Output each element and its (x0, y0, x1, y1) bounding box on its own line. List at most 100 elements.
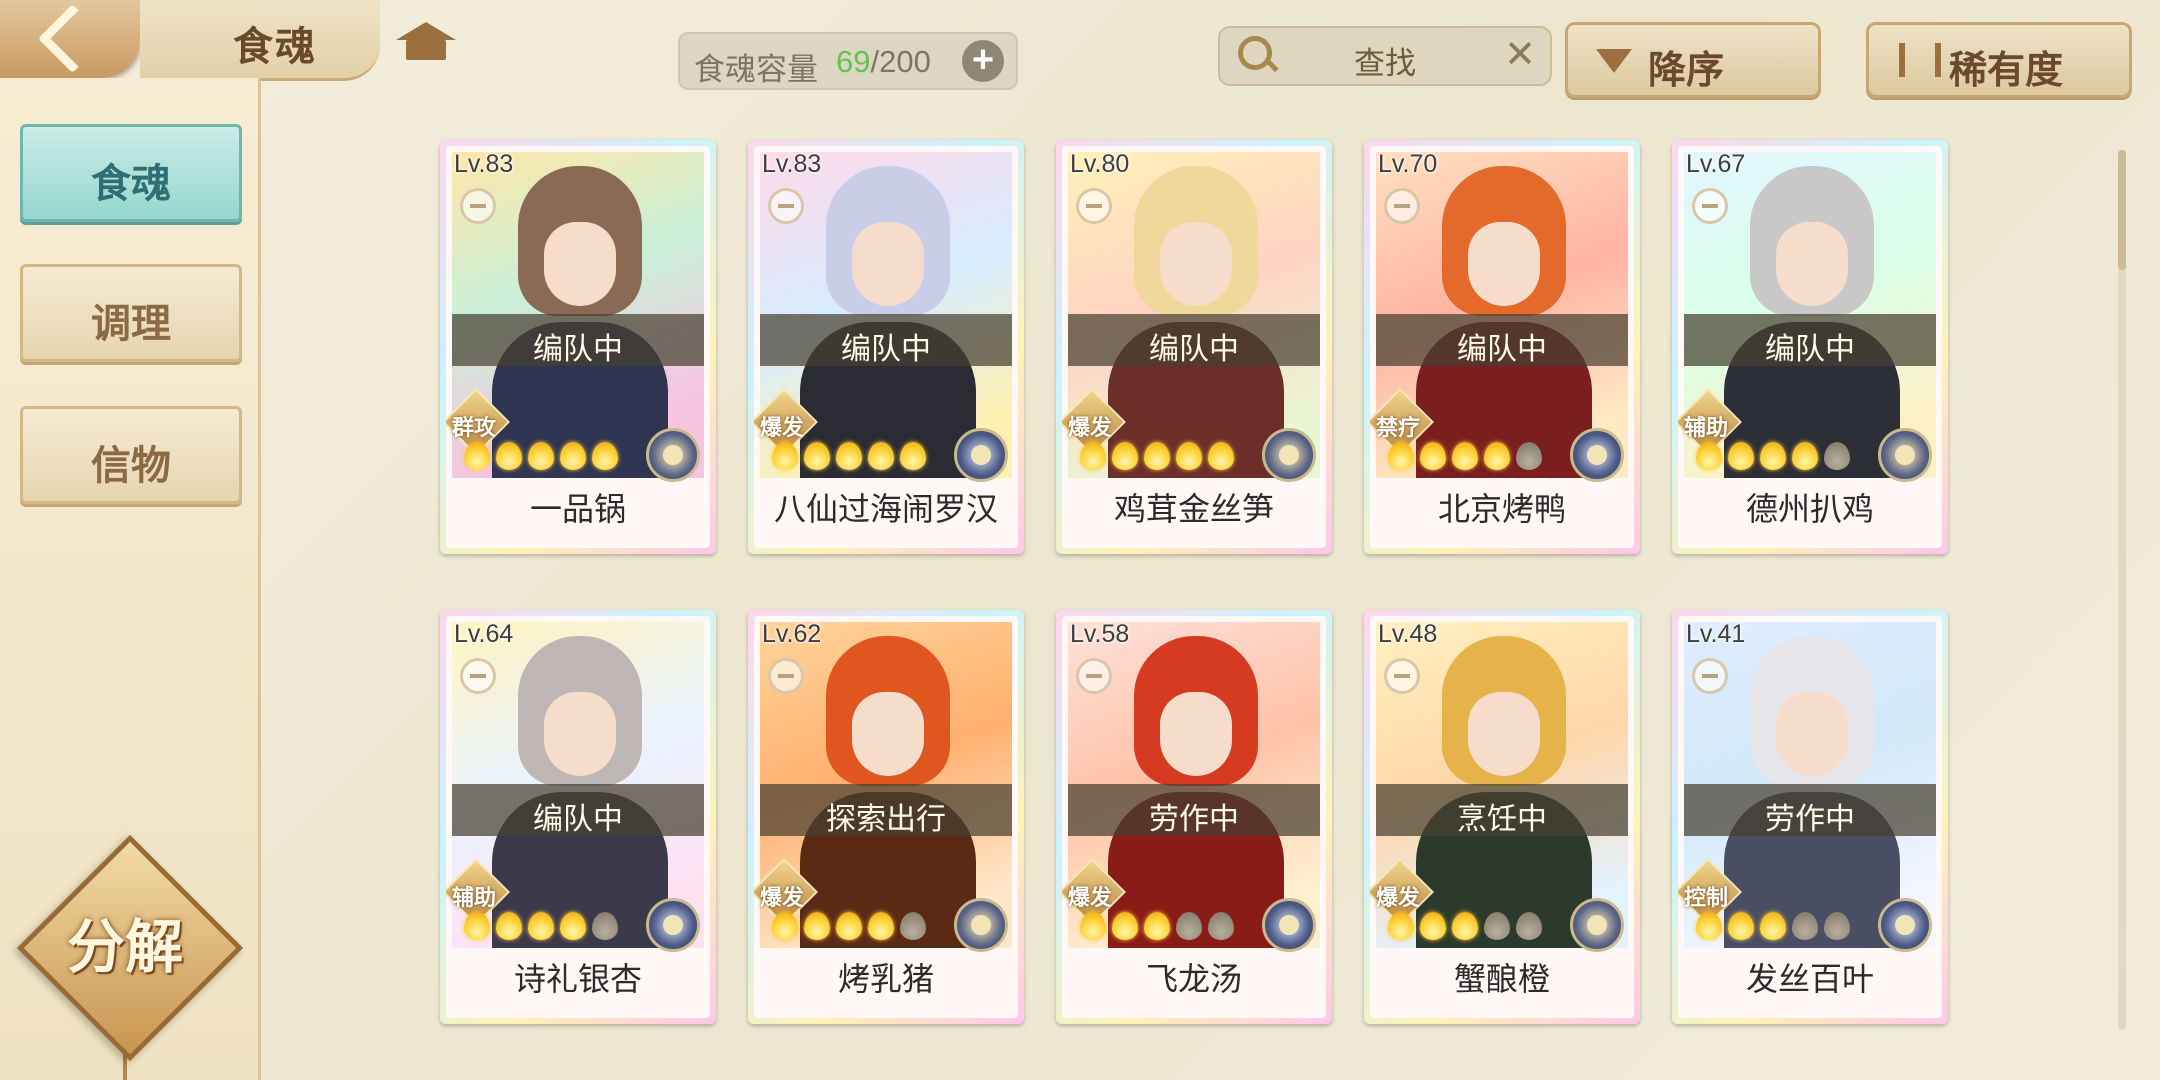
clear-search-icon[interactable]: ✕ (1504, 32, 1536, 77)
element-icon (954, 898, 1008, 952)
star-rating (1388, 442, 1542, 474)
portrait-face (1776, 222, 1848, 306)
lock-toggle-icon[interactable] (1384, 188, 1420, 224)
star-flame-empty-icon (1176, 912, 1202, 940)
capacity-count: 69/200 (836, 44, 931, 80)
pavilion-icon[interactable] (396, 16, 456, 62)
element-icon (1878, 898, 1932, 952)
element-icon (1570, 898, 1624, 952)
food-soul-card[interactable]: Lv.83 编队中 爆发 八仙过海闹罗汉 (748, 140, 1024, 554)
scrollbar-thumb[interactable] (2118, 150, 2126, 270)
food-soul-card[interactable]: Lv.64 编队中 辅助 诗礼银杏 (440, 610, 716, 1024)
status-banner: 烹饪中 (1376, 784, 1628, 836)
tab-tokens[interactable]: 信物 (20, 406, 242, 504)
lock-toggle-icon[interactable] (1692, 188, 1728, 224)
lock-toggle-icon[interactable] (1076, 188, 1112, 224)
star-flame-filled-icon (1144, 912, 1170, 940)
star-flame-filled-icon (1760, 442, 1786, 470)
element-icon (646, 428, 700, 482)
scrollbar-track[interactable] (2118, 150, 2126, 1030)
food-soul-card[interactable]: Lv.58 劳作中 爆发 飞龙汤 (1056, 610, 1332, 1024)
tab-conditioning[interactable]: 调理 (20, 264, 242, 362)
star-flame-filled-icon (836, 912, 862, 940)
top-bar: 食魂 食魂容量 69/200 + 查找 ✕ 降序 稀有度 (0, 0, 2160, 98)
star-flame-filled-icon (1388, 442, 1414, 470)
role-label: 辅助 (1683, 415, 1728, 440)
star-rating (772, 912, 926, 944)
food-soul-card[interactable]: Lv.62 探索出行 爆发 烤乳猪 (748, 610, 1024, 1024)
level-label: Lv.83 (454, 150, 514, 178)
card-body: Lv.83 编队中 爆发 八仙过海闹罗汉 (754, 146, 1018, 548)
sort-order-label: 降序 (1648, 50, 1725, 92)
sort-order-button[interactable]: 降序 (1565, 22, 1821, 98)
food-soul-card[interactable]: Lv.48 烹饪中 爆发 蟹酿橙 (1364, 610, 1640, 1024)
star-flame-filled-icon (1728, 912, 1754, 940)
food-soul-card[interactable]: Lv.70 编队中 禁疗 北京烤鸭 (1364, 140, 1640, 554)
star-flame-filled-icon (560, 912, 586, 940)
lock-toggle-icon[interactable] (768, 188, 804, 224)
food-soul-card[interactable]: Lv.41 劳作中 控制 发丝百叶 (1672, 610, 1948, 1024)
food-soul-card[interactable]: Lv.67 编队中 辅助 德州扒鸡 (1672, 140, 1948, 554)
role-label: 群攻 (451, 415, 496, 440)
level-label: Lv.62 (762, 620, 822, 648)
star-flame-filled-icon (1696, 912, 1722, 940)
star-flame-filled-icon (1112, 442, 1138, 470)
capacity-label: 食魂容量 (694, 52, 818, 87)
element-icon (1878, 428, 1932, 482)
lock-toggle-icon[interactable] (460, 658, 496, 694)
element-icon (1262, 898, 1316, 952)
lock-toggle-icon[interactable] (1076, 658, 1112, 694)
star-flame-filled-icon (528, 442, 554, 470)
status-label: 编队中 (1457, 333, 1547, 366)
element-icon (954, 428, 1008, 482)
status-banner: 编队中 (1068, 314, 1320, 366)
lock-toggle-icon[interactable] (460, 188, 496, 224)
level-label: Lv.67 (1686, 150, 1746, 178)
portrait-face (1468, 692, 1540, 776)
expand-capacity-button[interactable]: + (962, 40, 1004, 82)
star-flame-filled-icon (868, 912, 894, 940)
level-label: Lv.70 (1378, 150, 1438, 178)
star-flame-empty-icon (1484, 912, 1510, 940)
star-flame-filled-icon (464, 912, 490, 940)
sort-swap-icon (1899, 43, 1941, 77)
lock-toggle-icon[interactable] (1384, 658, 1420, 694)
back-button[interactable] (0, 0, 140, 78)
role-label: 爆发 (1067, 885, 1112, 910)
star-flame-filled-icon (804, 442, 830, 470)
status-banner: 编队中 (1684, 314, 1936, 366)
star-flame-filled-icon (1420, 912, 1446, 940)
card-body: Lv.80 编队中 爆发 鸡茸金丝笋 (1062, 146, 1326, 548)
card-body: Lv.83 编队中 群攻 一品锅 (446, 146, 710, 548)
star-flame-filled-icon (1792, 442, 1818, 470)
food-soul-name: 八仙过海闹罗汉 (773, 491, 998, 527)
status-label: 劳作中 (1149, 803, 1239, 836)
card-body: Lv.70 编队中 禁疗 北京烤鸭 (1370, 146, 1634, 548)
star-flame-filled-icon (496, 442, 522, 470)
lock-toggle-icon[interactable] (1692, 658, 1728, 694)
portrait-face (1468, 222, 1540, 306)
portrait-face (852, 692, 924, 776)
sort-field-button[interactable]: 稀有度 (1866, 22, 2132, 98)
status-banner: 劳作中 (1068, 784, 1320, 836)
star-flame-empty-icon (592, 912, 618, 940)
star-flame-filled-icon (1080, 912, 1106, 940)
tab-food-souls[interactable]: 食魂 (20, 124, 242, 222)
star-flame-filled-icon (1452, 912, 1478, 940)
star-flame-filled-icon (1208, 442, 1234, 470)
food-soul-card[interactable]: Lv.83 编队中 群攻 一品锅 (440, 140, 716, 554)
food-soul-name: 诗礼银杏 (513, 961, 642, 997)
page-title-plate: 食魂 (140, 0, 380, 81)
lock-toggle-icon[interactable] (768, 658, 804, 694)
star-flame-filled-icon (1112, 912, 1138, 940)
food-soul-card[interactable]: Lv.80 编队中 爆发 鸡茸金丝笋 (1056, 140, 1332, 554)
status-banner: 编队中 (1376, 314, 1628, 366)
food-soul-name: 一品锅 (529, 491, 626, 527)
star-flame-filled-icon (528, 912, 554, 940)
status-banner: 编队中 (452, 784, 704, 836)
search-input[interactable]: 查找 ✕ (1218, 26, 1552, 86)
status-banner: 探索出行 (760, 784, 1012, 836)
status-label: 劳作中 (1765, 803, 1855, 836)
descending-icon (1596, 49, 1632, 73)
star-flame-filled-icon (1144, 442, 1170, 470)
